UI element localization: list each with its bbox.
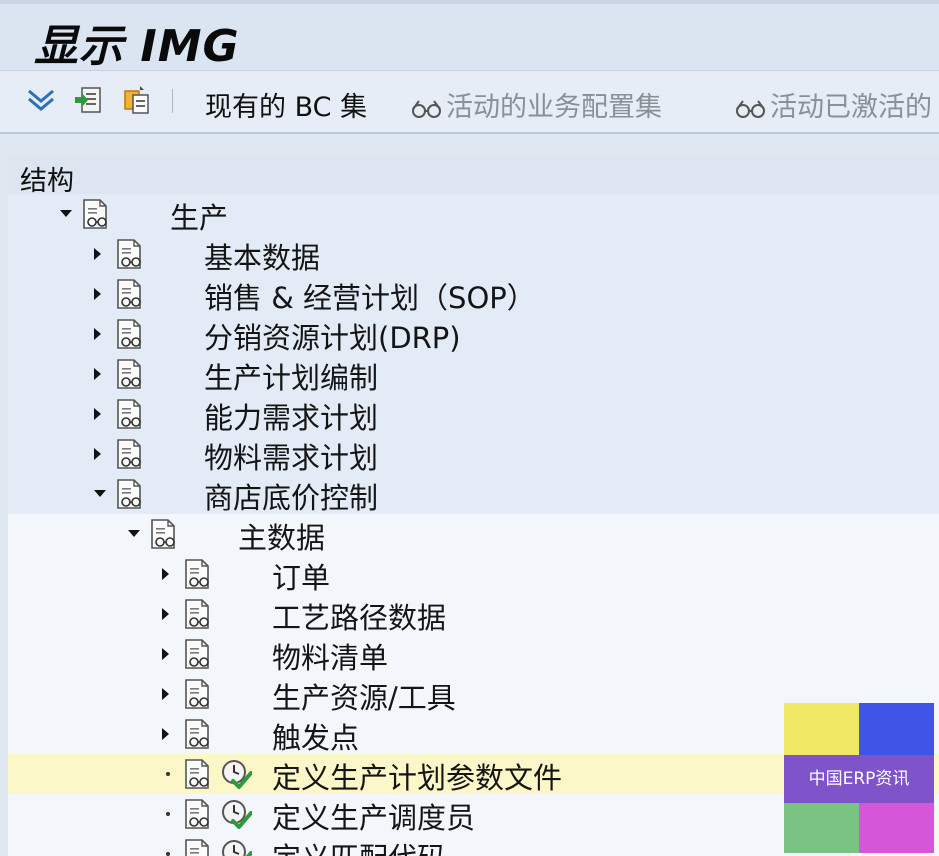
documentation-icon[interactable]: [116, 319, 144, 349]
tree-node-label[interactable]: 定义生产调度员: [272, 795, 475, 837]
collapse-arrow-icon[interactable]: [60, 210, 72, 217]
leaf-bullet-icon: [166, 812, 170, 816]
copy-to-clipboard-icon[interactable]: [122, 85, 152, 115]
expand-all-icon[interactable]: [26, 85, 56, 115]
glasses-icon: [736, 99, 765, 118]
expand-arrow-icon[interactable]: [162, 688, 169, 700]
tree-row[interactable]: 能力需求计划: [8, 394, 939, 437]
expand-arrow-icon[interactable]: [94, 408, 101, 420]
tree-node-label[interactable]: 定义匹配代码: [272, 835, 446, 856]
toolbar-gap: [0, 134, 939, 156]
tree-node-label[interactable]: 主数据: [238, 515, 325, 557]
tree-row[interactable]: 生产计划编制: [8, 354, 939, 397]
watermark-logo: 中国ERP资讯: [784, 703, 934, 853]
tree-node-label[interactable]: 物料需求计划: [204, 435, 378, 477]
activated-active-button[interactable]: 活动已激活的: [734, 85, 932, 124]
tree-node-label[interactable]: 定义生产计划参数文件: [272, 755, 562, 797]
documentation-icon[interactable]: [184, 639, 212, 669]
tree-node-label[interactable]: 分销资源计划(DRP): [204, 315, 461, 357]
tree-row[interactable]: 基本数据: [8, 234, 939, 277]
documentation-icon[interactable]: [150, 519, 178, 549]
tree-node-label[interactable]: 触发点: [272, 715, 359, 757]
expand-arrow-icon[interactable]: [94, 288, 101, 300]
documentation-icon[interactable]: [184, 599, 212, 629]
execute-activity-icon[interactable]: [220, 838, 253, 856]
tree-header-label: 结构: [20, 166, 74, 197]
tree-node-label[interactable]: 生产计划编制: [204, 355, 378, 397]
documentation-icon[interactable]: [116, 279, 144, 309]
window-title: 显示 IMG: [34, 21, 240, 72]
tree-header: 结构: [8, 156, 939, 197]
tree-row[interactable]: 物料需求计划: [8, 434, 939, 477]
execute-activity-icon[interactable]: [220, 798, 253, 830]
execute-activity-icon[interactable]: [220, 758, 253, 790]
tree-node-label[interactable]: 生产: [170, 195, 228, 237]
tree-row[interactable]: 物料清单: [8, 634, 939, 677]
active-business-config-sets-label: 活动的业务配置集: [446, 92, 662, 123]
documentation-icon[interactable]: [184, 799, 212, 829]
tree-node-label[interactable]: 能力需求计划: [204, 395, 378, 437]
tree-node-label[interactable]: 订单: [272, 555, 330, 597]
documentation-icon[interactable]: [184, 759, 212, 789]
existing-bc-sets-button[interactable]: 现有的 BC 集: [205, 85, 367, 124]
toolbar-separator: [172, 89, 173, 113]
documentation-icon[interactable]: [184, 839, 212, 856]
tree-row[interactable]: 分销资源计划(DRP): [8, 314, 939, 357]
tree-node-label[interactable]: 物料清单: [272, 635, 388, 677]
documentation-icon[interactable]: [184, 719, 212, 749]
documentation-icon[interactable]: [116, 439, 144, 469]
watermark-text: 中国ERP资讯: [784, 755, 934, 803]
tree-row[interactable]: 商店底价控制: [8, 474, 939, 517]
expand-arrow-icon[interactable]: [162, 608, 169, 620]
collapse-arrow-icon[interactable]: [128, 530, 140, 537]
expand-arrow-icon[interactable]: [94, 248, 101, 260]
documentation-icon[interactable]: [116, 479, 144, 509]
documentation-icon[interactable]: [116, 359, 144, 389]
tree-node-label[interactable]: 基本数据: [204, 235, 320, 277]
activated-active-label: 活动已激活的: [770, 92, 932, 123]
expand-arrow-icon[interactable]: [162, 568, 169, 580]
leaf-bullet-icon: [166, 852, 170, 856]
tree-row[interactable]: 主数据: [8, 514, 939, 557]
documentation-icon[interactable]: [82, 199, 110, 229]
expand-arrow-icon[interactable]: [94, 328, 101, 340]
tree-row[interactable]: 销售 & 经营计划（SOP）: [8, 274, 939, 317]
documentation-icon[interactable]: [116, 399, 144, 429]
title-bar: 显示 IMG: [0, 0, 939, 72]
find-document-icon[interactable]: [74, 85, 104, 115]
tree-node-label[interactable]: 销售 & 经营计划（SOP）: [204, 275, 536, 317]
tree-node-label[interactable]: 生产资源/工具: [272, 675, 456, 717]
tree-node-label[interactable]: 工艺路径数据: [272, 595, 446, 637]
tree-row[interactable]: 订单: [8, 554, 939, 597]
documentation-icon[interactable]: [184, 679, 212, 709]
glasses-icon: [412, 99, 441, 118]
expand-arrow-icon[interactable]: [162, 728, 169, 740]
collapse-arrow-icon[interactable]: [94, 490, 106, 497]
tree-node-label[interactable]: 商店底价控制: [204, 475, 378, 517]
documentation-icon[interactable]: [116, 239, 144, 269]
expand-arrow-icon[interactable]: [94, 368, 101, 380]
active-business-config-sets-button[interactable]: 活动的业务配置集: [410, 85, 662, 124]
expand-arrow-icon[interactable]: [94, 448, 101, 460]
leaf-bullet-icon: [166, 772, 170, 776]
toolbar: 现有的 BC 集 活动的业务配置集 活动已激活的: [0, 70, 939, 134]
documentation-icon[interactable]: [184, 559, 212, 589]
tree-row[interactable]: 生产: [8, 194, 939, 237]
expand-arrow-icon[interactable]: [162, 648, 169, 660]
tree-row[interactable]: 工艺路径数据: [8, 594, 939, 637]
